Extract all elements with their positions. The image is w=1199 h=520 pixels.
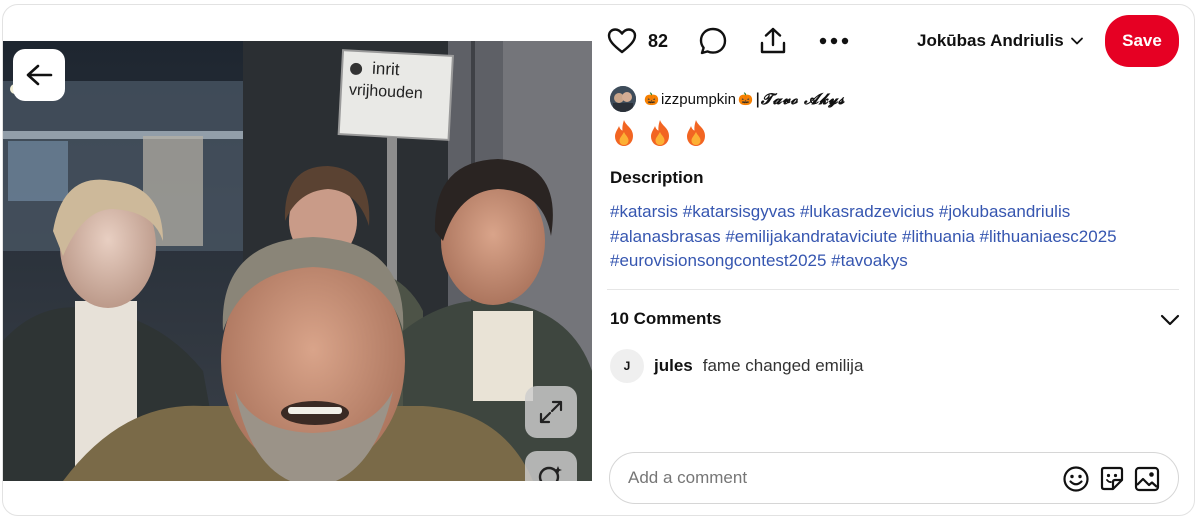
creator-name-prefix: izzpumpkin (660, 90, 736, 108)
pumpkin-icon-2: 🎃 (737, 92, 753, 106)
divider (607, 289, 1179, 290)
fire-icon (651, 120, 669, 146)
pin-image[interactable]: inrit vrijhouden (3, 41, 592, 481)
comment-button[interactable] (698, 15, 728, 67)
hashtag-link[interactable]: #alanasbrasas (610, 227, 721, 246)
heart-icon (607, 28, 637, 54)
creator-name-suffix: |𝓣𝓪𝓿𝓸 𝓐𝓴𝔂𝓼 (754, 90, 845, 108)
comments-heading: 10 Comments (610, 309, 722, 328)
speech-bubble-icon (699, 27, 727, 55)
lens-search-icon (538, 466, 562, 481)
creator-name[interactable]: 🎃 izzpumpkin 🎃 |𝓣𝓪𝓿𝓸 𝓐𝓴𝔂𝓼 (644, 90, 845, 108)
avatar-image (610, 86, 636, 112)
expand-button[interactable] (525, 386, 577, 438)
image-icon (1134, 466, 1160, 492)
comment-input[interactable] (628, 453, 1048, 503)
pumpkin-icon: 🎃 (644, 92, 659, 106)
visual-search-button[interactable] (525, 451, 577, 481)
hashtag-link[interactable]: #tavoakys (831, 251, 908, 270)
like-button[interactable] (607, 15, 637, 67)
creator-profile[interactable]: 🎃 izzpumpkin 🎃 |𝓣𝓪𝓿𝓸 𝓐𝓴𝔂𝓼 (610, 85, 845, 113)
more-options-button[interactable] (819, 15, 849, 67)
creator-avatar[interactable] (610, 86, 636, 112)
emoji-button[interactable] (1062, 465, 1090, 493)
back-button[interactable] (13, 49, 65, 101)
pin-details: 82 Jokūbas Andriulis Save 🎃 izzpumpkin 🎃… (607, 5, 1187, 515)
comments-toggle-button[interactable] (1158, 309, 1182, 331)
chevron-down-icon (1070, 37, 1083, 45)
hashtag-link[interactable]: #lithuaniaesc2025 (980, 227, 1117, 246)
sign-text-line1: inrit (372, 59, 401, 79)
comment-avatar[interactable]: J (610, 349, 644, 383)
comment-item: J jules fame changed emilija (610, 348, 863, 384)
hashtag-link[interactable]: #lukasradzevicius (800, 202, 934, 221)
pin-card: inrit vrijhouden 82 Jokūbas Andriulis Sa… (2, 4, 1195, 516)
image-upload-button[interactable] (1133, 465, 1161, 493)
sticker-button[interactable] (1098, 465, 1126, 493)
hashtag-link[interactable]: #emilijakandrataviciute (725, 227, 897, 246)
sticker-icon (1100, 466, 1124, 491)
board-name: Jokūbas Andriulis (917, 31, 1064, 50)
description-heading: Description (610, 168, 704, 187)
expand-icon (539, 400, 563, 424)
action-bar: 82 Jokūbas Andriulis (607, 15, 1187, 67)
share-button[interactable] (758, 15, 788, 67)
board-dropdown[interactable]: Jokūbas Andriulis (917, 15, 1084, 67)
hashtag-list: #katarsis #katarsisgyvas #lukasradzevici… (610, 200, 1180, 274)
save-button[interactable]: Save (1105, 15, 1179, 67)
comment-text: fame changed emilija (702, 356, 864, 375)
share-upload-icon (760, 27, 786, 54)
hashtag-link[interactable]: #katarsis (610, 202, 678, 221)
hashtag-link[interactable]: #eurovisionsongcontest2025 (610, 251, 826, 270)
hashtag-link[interactable]: #katarsisgyvas (683, 202, 795, 221)
more-dots-icon (819, 37, 849, 45)
hashtag-link[interactable]: #lithuania (902, 227, 975, 246)
smiley-icon (1063, 466, 1089, 492)
arrow-left-icon (26, 64, 53, 86)
fire-icon (615, 120, 633, 146)
fire-icon (687, 120, 705, 146)
flame-emojis (611, 119, 709, 151)
comment-username[interactable]: jules (654, 356, 693, 376)
comment-composer (609, 452, 1179, 504)
like-count: 82 (648, 30, 669, 51)
chevron-down-icon (1160, 314, 1180, 326)
pin-photo: inrit vrijhouden (3, 41, 592, 481)
hashtag-link[interactable]: #jokubasandriulis (939, 202, 1070, 221)
